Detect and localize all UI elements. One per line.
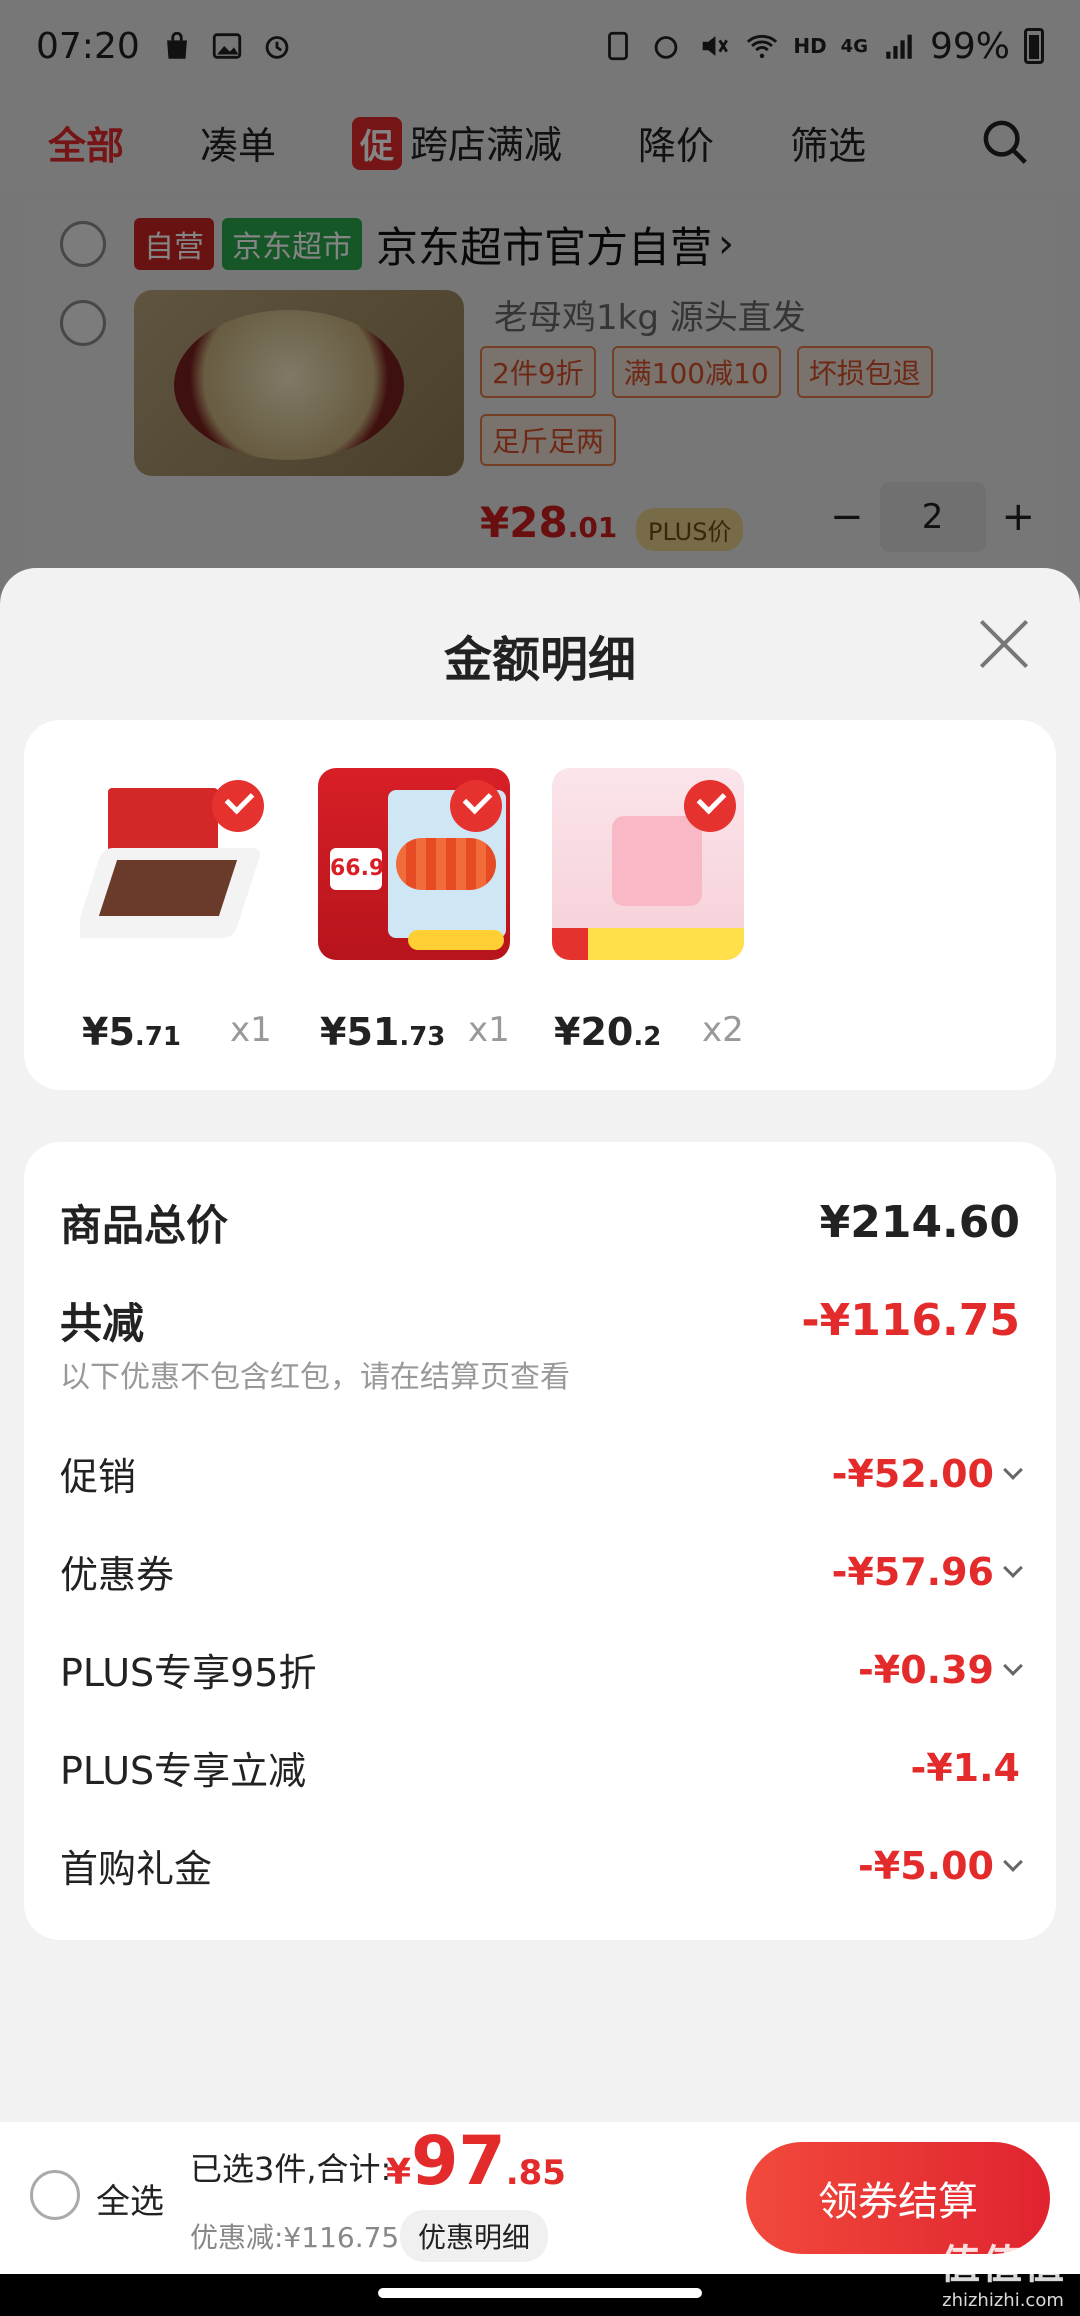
discount-value: -¥57.96 — [831, 1549, 994, 1594]
discount-row-coupon[interactable]: 优惠券 -¥57.96 — [60, 1544, 1023, 1599]
image-price-tag: 66.9 — [330, 848, 384, 890]
home-gesture-handle[interactable] — [378, 2288, 702, 2298]
selected-item[interactable]: ¥5.71 x1 — [80, 720, 290, 1090]
item-price: ¥5.71 — [82, 1010, 181, 1054]
selected-count-text: 已选3件,合计: — [190, 2150, 392, 2188]
check-icon — [684, 780, 736, 832]
discount-value: -¥1.4 — [910, 1745, 1020, 1790]
discount-note: 以下优惠不包含红包，请在结算页查看 — [60, 1360, 570, 1395]
watermark-site: zhizhizhi.com — [942, 2290, 1064, 2311]
total-price-row: 商品总价 ¥214.60 — [60, 1192, 1020, 1253]
chevron-down-icon — [1003, 1851, 1023, 1872]
item-quantity: x1 — [230, 1010, 272, 1050]
select-all-label[interactable]: 全选 — [96, 2174, 164, 2223]
total-reduce-label: 共减 — [60, 1299, 145, 1348]
discount-label: 首购礼金 — [60, 1847, 213, 1891]
discount-label: 促销 — [60, 1455, 137, 1499]
discount-row-promotion[interactable]: 促销 -¥52.00 — [60, 1446, 1023, 1501]
watermark-text: 值值值 — [940, 2242, 1066, 2288]
chevron-down-icon — [1003, 1557, 1023, 1578]
system-nav-bar — [0, 2274, 1080, 2316]
select-all-radio[interactable] — [30, 2170, 80, 2220]
item-image — [552, 768, 744, 960]
total-amount: ¥97.85 — [386, 2122, 566, 2201]
discount-value: -¥0.39 — [858, 1647, 994, 1692]
total-price-value: ¥214.60 — [819, 1197, 1020, 1248]
item-image: 66.9 — [318, 768, 510, 960]
close-icon[interactable] — [978, 618, 1030, 670]
price-summary-card: 商品总价 ¥214.60 共减 -¥116.75 以下优惠不包含红包，请在结算页… — [24, 1142, 1056, 1940]
discount-row-plus-95[interactable]: PLUS专享95折 -¥0.39 — [60, 1642, 1023, 1697]
item-price: ¥20.2 — [554, 1010, 662, 1054]
discount-summary-text: 优惠减:¥116.75 — [190, 2221, 400, 2254]
sheet-title: 金额明细 — [443, 632, 636, 688]
selected-item[interactable]: 66.9 ¥51.73 x1 — [318, 720, 528, 1090]
check-icon — [450, 780, 502, 832]
discount-label: PLUS专享立减 — [60, 1749, 307, 1793]
check-icon — [212, 780, 264, 832]
selected-items-card: ¥5.71 x1 66.9 ¥51.73 x1 ¥20.2 x2 — [24, 720, 1056, 1090]
discount-detail-button[interactable]: 优惠明细 — [400, 2210, 549, 2262]
chevron-down-icon — [1003, 1459, 1023, 1480]
discount-label: 优惠券 — [60, 1553, 175, 1597]
total-reduce-value: -¥116.75 — [801, 1295, 1020, 1346]
checkout-bar: 全选 已选3件,合计: ¥97.85 优惠减:¥116.75 优惠明细 领券结算 — [0, 2122, 1080, 2274]
item-quantity: x2 — [702, 1010, 744, 1050]
item-image — [80, 768, 272, 960]
amount-detail-sheet: 金额明细 ¥5.71 x1 66.9 ¥51.73 x1 ¥20.2 x2 商品… — [0, 568, 1080, 2316]
item-quantity: x1 — [468, 1010, 510, 1050]
item-price: ¥51.73 — [320, 1010, 446, 1054]
selected-item[interactable]: ¥20.2 x2 — [552, 720, 762, 1090]
chevron-down-icon — [1003, 1655, 1023, 1676]
watermark: 值值值 zhizhizhi.com — [926, 2232, 1080, 2316]
discount-value: -¥52.00 — [831, 1451, 994, 1496]
total-reduce-row: 共减 -¥116.75 — [60, 1290, 1020, 1351]
discount-row-first-purchase[interactable]: 首购礼金 -¥5.00 — [60, 1838, 1023, 1893]
discount-label: PLUS专享95折 — [60, 1651, 317, 1695]
discount-value: -¥5.00 — [858, 1843, 994, 1888]
discount-row-plus-instant: PLUS专享立减 -¥1.4 — [60, 1740, 1020, 1795]
total-price-label: 商品总价 — [60, 1201, 229, 1250]
